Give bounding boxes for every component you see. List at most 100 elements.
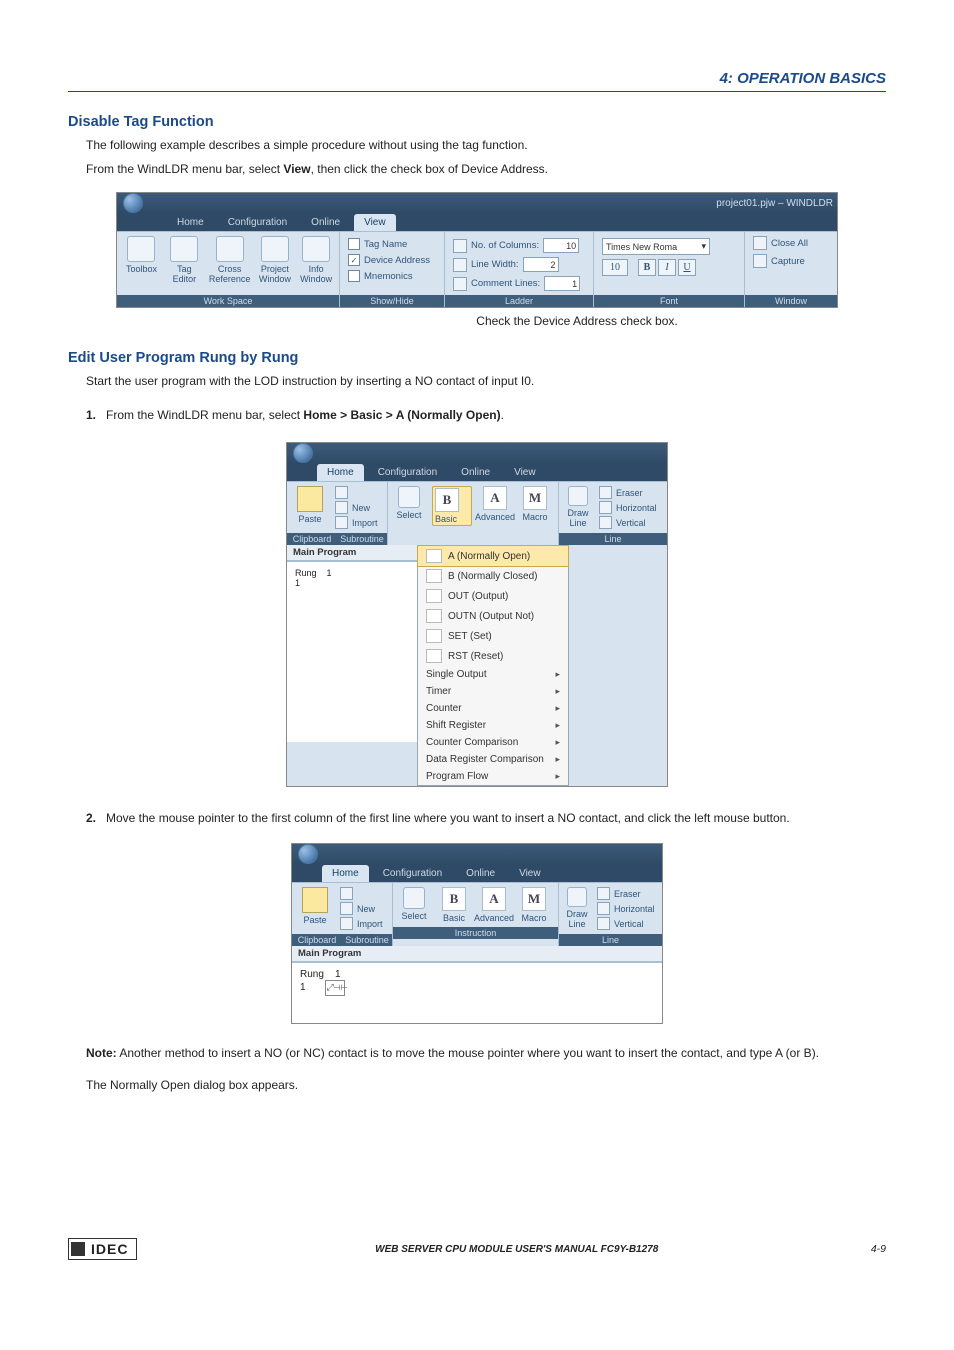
paste-button[interactable]: Paste [291,486,329,529]
s3-orb-icon[interactable] [298,844,318,864]
menu-counter[interactable]: Counter▸ [418,700,568,717]
info-window-icon [302,236,330,262]
macro-button[interactable]: M Macro [518,486,552,526]
menu-timer[interactable]: Timer▸ [418,683,568,700]
menu-rst[interactable]: RST (Reset) [418,646,568,666]
menu-b-normally-closed[interactable]: B (Normally Closed) [418,566,568,586]
group-workspace: Toolbox Tag Editor Cross Reference [117,232,340,307]
s3-main-program-label: Main Program [298,948,361,959]
tab-online[interactable]: Online [301,214,350,231]
line-width-spin[interactable]: 2 [523,257,559,272]
italic-button[interactable]: I [658,259,676,276]
s3-tab-home[interactable]: Home [322,865,369,882]
s3-advanced-button[interactable]: A Advanced [477,887,511,923]
s3-import-button[interactable]: Import [340,917,383,930]
vertical-button[interactable]: Vertical [599,516,657,529]
s3-eraser-button[interactable]: Eraser [597,887,655,900]
horizontal-button[interactable]: Horizontal [599,501,657,514]
tag-editor-button[interactable]: Tag Editor [166,236,203,284]
s3-basic-button[interactable]: B Basic [437,887,471,923]
s2-titlebar [287,443,667,463]
tagname-checkbox-row[interactable]: Tag Name [348,238,430,250]
basic-dropdown-menu: A (Normally Open) B (Normally Closed) OU… [417,545,569,786]
s3-tab-online[interactable]: Online [456,865,505,882]
tagname-checkbox[interactable] [348,238,360,250]
no-columns-spin[interactable]: 10 [543,238,579,253]
tag-editor-icon [170,236,198,262]
menu-counter-label: Counter [426,703,555,714]
capture-button[interactable]: Capture [753,254,829,268]
new-label: New [352,503,370,513]
toolbox-button[interactable]: Toolbox [123,236,160,274]
linewidth-icon [453,258,467,272]
s3-draw-line-icon [567,887,587,907]
device-address-checkbox[interactable]: ✓ [348,254,360,266]
s2-ladder-area[interactable]: Rung 1 1 [287,561,417,742]
device-address-checkbox-row[interactable]: ✓ Device Address [348,254,430,266]
section2-last-p: The Normally Open dialog box appears. [86,1076,886,1094]
s3-horizontal-button[interactable]: Horizontal [597,902,655,915]
comment-lines-spin[interactable]: 1 [544,276,580,291]
s2-tab-config[interactable]: Configuration [368,464,447,481]
tab-view[interactable]: View [354,214,396,231]
cut-button[interactable] [335,486,378,499]
s3-group-instruction: Select B Basic A Advanced M Macro [393,883,559,946]
app-orb-icon[interactable] [123,193,143,213]
bold-button[interactable]: B [638,259,656,276]
s2-tab-view[interactable]: View [504,464,546,481]
close-all-button[interactable]: Close All [753,236,829,250]
menu-data-register-comparison[interactable]: Data Register Comparison▸ [418,751,568,768]
info-window-button[interactable]: Info Window [299,236,333,284]
s2-tab-home[interactable]: Home [317,464,364,481]
menu-set[interactable]: SET (Set) [418,626,568,646]
draw-line-button[interactable]: Draw Line [563,486,593,529]
submenu-arrow-icon: ▸ [555,771,560,782]
s3-macro-button[interactable]: M Macro [517,887,551,923]
s3-paste-button[interactable]: Paste [296,887,334,930]
menu-shift-register[interactable]: Shift Register▸ [418,717,568,734]
s3-instruction-footer: Instruction [393,927,558,939]
underline-button[interactable]: U [678,259,696,276]
menu-single-label: Single Output [426,669,555,680]
advanced-button[interactable]: A Advanced [478,486,512,526]
s2-orb-icon[interactable] [293,443,313,463]
s3-ladder-area[interactable]: Rung 1 1 ⤢⊣⊢ [292,962,662,1023]
font-size-select[interactable]: 10 [602,259,628,276]
group-font-footer: Font [594,295,744,307]
cross-l1: Cross [218,264,242,274]
screenshot-view-ribbon: project01.pjw – WINDLDR Home Configurati… [116,192,838,308]
eraser-button[interactable]: Eraser [599,486,657,499]
menu-out[interactable]: OUT (Output) [418,586,568,606]
cross-reference-button[interactable]: Cross Reference [209,236,251,284]
section1-p2: From the WindLDR menu bar, select View, … [86,160,886,178]
menu-program-flow[interactable]: Program Flow▸ [418,768,568,785]
menu-counter-comparison[interactable]: Counter Comparison▸ [418,734,568,751]
s3-line-num: 1 [300,982,306,993]
new-icon [335,501,348,514]
s3-new-button[interactable]: New [340,902,383,915]
project-window-button[interactable]: Project Window [256,236,293,284]
basic-button[interactable]: B Basic [432,486,472,526]
menu-a-normally-open[interactable]: A (Normally Open) [417,545,569,567]
s3-draw-line-button[interactable]: Draw Line [563,887,591,930]
import-button[interactable]: Import [335,516,378,529]
mnemonics-checkbox-row[interactable]: Mnemonics [348,270,430,282]
s3-cut-button[interactable] [340,887,383,900]
s3-select-button[interactable]: Select [397,887,431,923]
select-button[interactable]: Select [392,486,426,526]
mnemonics-checkbox[interactable] [348,270,360,282]
s3-tab-view[interactable]: View [509,865,551,882]
tab-configuration[interactable]: Configuration [218,214,297,231]
step-1: 1. From the WindLDR menu bar, select Hom… [86,406,886,424]
s2-tab-online[interactable]: Online [451,464,500,481]
tab-home[interactable]: Home [167,214,214,231]
s3-vertical-button[interactable]: Vertical [597,917,655,930]
s3-import-icon [340,917,353,930]
menu-outn[interactable]: OUTN (Output Not) [418,606,568,626]
s3-tab-config[interactable]: Configuration [373,865,452,882]
group-window-footer: Window [745,295,837,307]
menu-single-output[interactable]: Single Output▸ [418,666,568,683]
font-name-select[interactable]: Times New Roma▾ [602,238,710,255]
shot1-caption: Check the Device Address check box. [68,314,886,328]
new-button[interactable]: New [335,501,378,514]
